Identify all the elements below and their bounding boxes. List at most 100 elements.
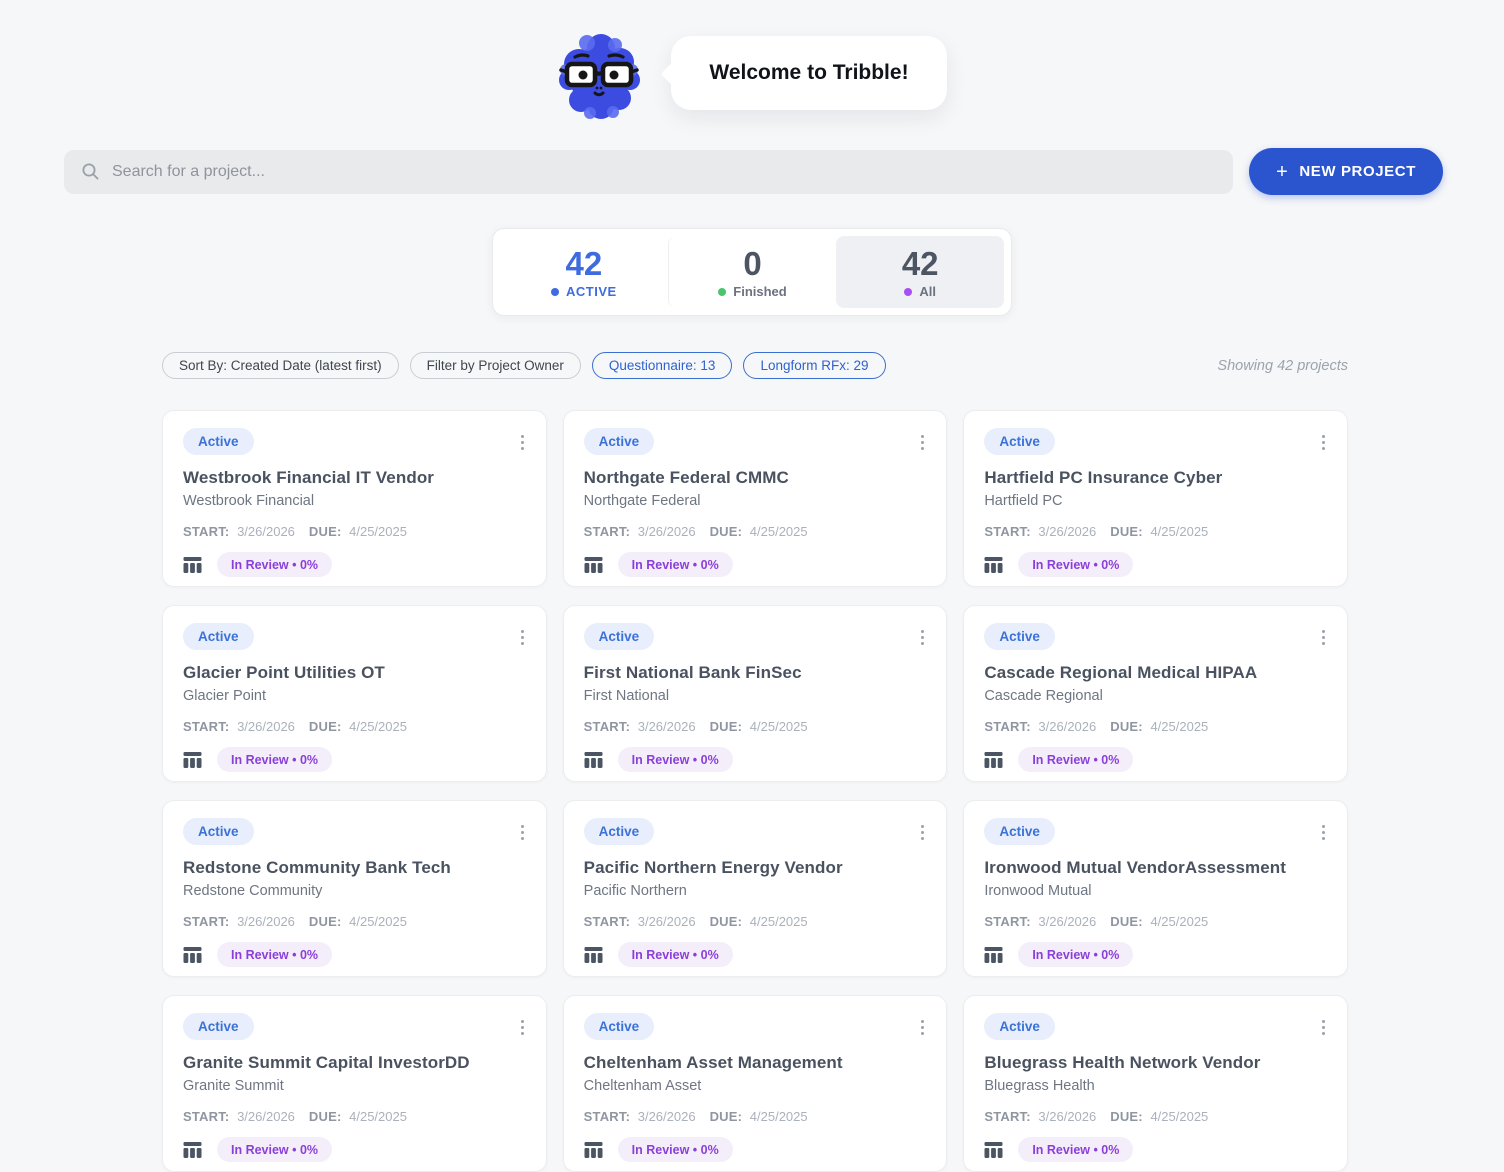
start-label: START: bbox=[583, 1109, 631, 1124]
project-card[interactable]: Active Westbrook Financial IT Vendor Wes… bbox=[162, 410, 547, 587]
status-badge: Active bbox=[583, 1013, 655, 1040]
project-card-footer: In Review • 0% bbox=[183, 1137, 530, 1162]
stat-active[interactable]: 42 ACTIVE bbox=[500, 236, 668, 308]
kebab-menu-icon[interactable] bbox=[1320, 433, 1327, 452]
due-date: 4/25/2025 bbox=[1150, 914, 1209, 929]
status-badge: Active bbox=[984, 1013, 1055, 1040]
kebab-menu-icon[interactable] bbox=[519, 628, 526, 647]
project-dates: START: 3/26/2026 DUE: 4/25/2025 bbox=[183, 524, 530, 539]
project-title: Glacier Point Utilities OT bbox=[183, 663, 385, 682]
project-dates: START: 3/26/2026 DUE: 4/25/2025 bbox=[183, 1109, 530, 1124]
stat-all[interactable]: 42 All bbox=[836, 236, 1005, 308]
project-card[interactable]: Active Granite Summit Capital InvestorDD… bbox=[162, 995, 547, 1172]
start-label: START: bbox=[984, 524, 1031, 539]
project-card-footer: In Review • 0% bbox=[584, 747, 931, 772]
start-label: START: bbox=[583, 524, 631, 539]
due-label: DUE: bbox=[709, 524, 743, 539]
project-subtitle: Cascade Regional bbox=[984, 688, 1103, 704]
review-status-badge: In Review • 0% bbox=[617, 1137, 733, 1162]
project-card[interactable]: Active Pacific Northern Energy Vendor Pa… bbox=[562, 800, 948, 977]
kebab-menu-icon[interactable] bbox=[919, 628, 926, 647]
project-card[interactable]: Active Cascade Regional Medical HIPAA Ca… bbox=[963, 605, 1348, 782]
project-subtitle: Northgate Federal bbox=[583, 493, 701, 509]
project-card[interactable]: Active Bluegrass Health Network Vendor B… bbox=[963, 995, 1348, 1172]
project-card[interactable]: Active Glacier Point Utilities OT Glacie… bbox=[162, 605, 547, 782]
start-date: 3/26/2026 bbox=[1038, 524, 1097, 539]
project-dates: START: 3/26/2026 DUE: 4/25/2025 bbox=[584, 914, 931, 929]
project-card[interactable]: Active Cheltenham Asset Management Chelt… bbox=[562, 995, 948, 1172]
filter-owner-chip[interactable]: Filter by Project Owner bbox=[409, 352, 581, 379]
search-icon bbox=[82, 163, 99, 180]
search-box[interactable] bbox=[64, 149, 1234, 194]
start-date: 3/26/2026 bbox=[637, 524, 696, 539]
due-date: 4/25/2025 bbox=[349, 719, 407, 734]
project-card-footer: In Review • 0% bbox=[183, 552, 530, 577]
project-dates: START: 3/26/2026 DUE: 4/25/2025 bbox=[984, 524, 1331, 539]
review-status-badge: In Review • 0% bbox=[217, 1137, 333, 1162]
kebab-menu-icon[interactable] bbox=[1320, 823, 1327, 842]
due-label: DUE: bbox=[709, 914, 743, 929]
project-title: Ironwood Mutual VendorAssessment bbox=[984, 858, 1287, 877]
start-label: START: bbox=[984, 914, 1031, 929]
start-date: 3/26/2026 bbox=[1038, 914, 1097, 929]
project-title: Westbrook Financial IT Vendor bbox=[183, 468, 435, 487]
table-icon bbox=[984, 751, 1003, 768]
finished-dot-icon bbox=[718, 287, 727, 296]
start-date: 3/26/2026 bbox=[637, 914, 696, 929]
review-status-badge: In Review • 0% bbox=[617, 747, 733, 772]
due-label: DUE: bbox=[308, 719, 342, 734]
kebab-menu-icon[interactable] bbox=[1320, 1018, 1327, 1037]
review-status-badge: In Review • 0% bbox=[1018, 552, 1134, 577]
new-project-label: NEW PROJECT bbox=[1299, 163, 1416, 180]
project-card-footer: In Review • 0% bbox=[584, 1137, 931, 1162]
active-dot-icon bbox=[551, 287, 559, 296]
due-date: 4/25/2025 bbox=[1150, 719, 1209, 734]
start-date: 3/26/2026 bbox=[237, 524, 295, 539]
kebab-menu-icon[interactable] bbox=[1320, 628, 1327, 647]
project-dates: START: 3/26/2026 DUE: 4/25/2025 bbox=[584, 1109, 931, 1124]
project-card-footer: In Review • 0% bbox=[584, 942, 931, 967]
kebab-menu-icon[interactable] bbox=[519, 1018, 526, 1037]
project-title: Cascade Regional Medical HIPAA bbox=[984, 663, 1258, 682]
welcome-header: Welcome to Tribble! bbox=[0, 0, 1504, 122]
kebab-menu-icon[interactable] bbox=[519, 823, 526, 842]
project-card[interactable]: Active Redstone Community Bank Tech Reds… bbox=[162, 800, 547, 977]
start-label: START: bbox=[984, 1109, 1031, 1124]
kebab-menu-icon[interactable] bbox=[919, 433, 926, 452]
project-title: Granite Summit Capital InvestorDD bbox=[183, 1053, 470, 1072]
kebab-menu-icon[interactable] bbox=[919, 823, 926, 842]
project-card-footer: In Review • 0% bbox=[984, 552, 1331, 577]
project-title: Pacific Northern Energy Vendor bbox=[583, 858, 843, 877]
due-date: 4/25/2025 bbox=[349, 524, 407, 539]
kebab-menu-icon[interactable] bbox=[919, 1018, 926, 1037]
longform-rfx-chip[interactable]: Longform RFx: 29 bbox=[743, 352, 886, 379]
sort-by-chip[interactable]: Sort By: Created Date (latest first) bbox=[162, 352, 399, 379]
project-subtitle: Hartfield PC bbox=[984, 493, 1063, 509]
project-dates: START: 3/26/2026 DUE: 4/25/2025 bbox=[183, 914, 530, 929]
kebab-menu-icon[interactable] bbox=[519, 433, 526, 452]
stat-finished[interactable]: 0 Finished bbox=[667, 236, 837, 308]
status-badge: Active bbox=[984, 818, 1055, 845]
project-card[interactable]: Active First National Bank FinSec First … bbox=[562, 605, 948, 782]
project-subtitle: Cheltenham Asset bbox=[583, 1078, 702, 1094]
questionnaire-chip[interactable]: Questionnaire: 13 bbox=[591, 352, 733, 379]
project-card[interactable]: Active Hartfield PC Insurance Cyber Hart… bbox=[963, 410, 1348, 587]
new-project-button[interactable]: + NEW PROJECT bbox=[1249, 148, 1443, 195]
due-date: 4/25/2025 bbox=[1150, 524, 1209, 539]
project-dates: START: 3/26/2026 DUE: 4/25/2025 bbox=[984, 719, 1331, 734]
start-label: START: bbox=[583, 719, 631, 734]
start-date: 3/26/2026 bbox=[1038, 719, 1097, 734]
start-label: START: bbox=[984, 719, 1031, 734]
table-icon bbox=[584, 1141, 603, 1158]
table-icon bbox=[183, 946, 202, 963]
project-card[interactable]: Active Ironwood Mutual VendorAssessment … bbox=[963, 800, 1348, 977]
table-icon bbox=[183, 556, 202, 573]
projects-grid: Active Westbrook Financial IT Vendor Wes… bbox=[162, 410, 1348, 1172]
project-card[interactable]: Active Northgate Federal CMMC Northgate … bbox=[562, 410, 948, 587]
project-title: Cheltenham Asset Management bbox=[583, 1053, 843, 1072]
start-label: START: bbox=[183, 524, 230, 539]
status-badge: Active bbox=[583, 428, 655, 455]
search-input[interactable] bbox=[112, 162, 1217, 181]
status-badge: Active bbox=[984, 428, 1055, 455]
project-subtitle: Glacier Point bbox=[183, 688, 267, 704]
